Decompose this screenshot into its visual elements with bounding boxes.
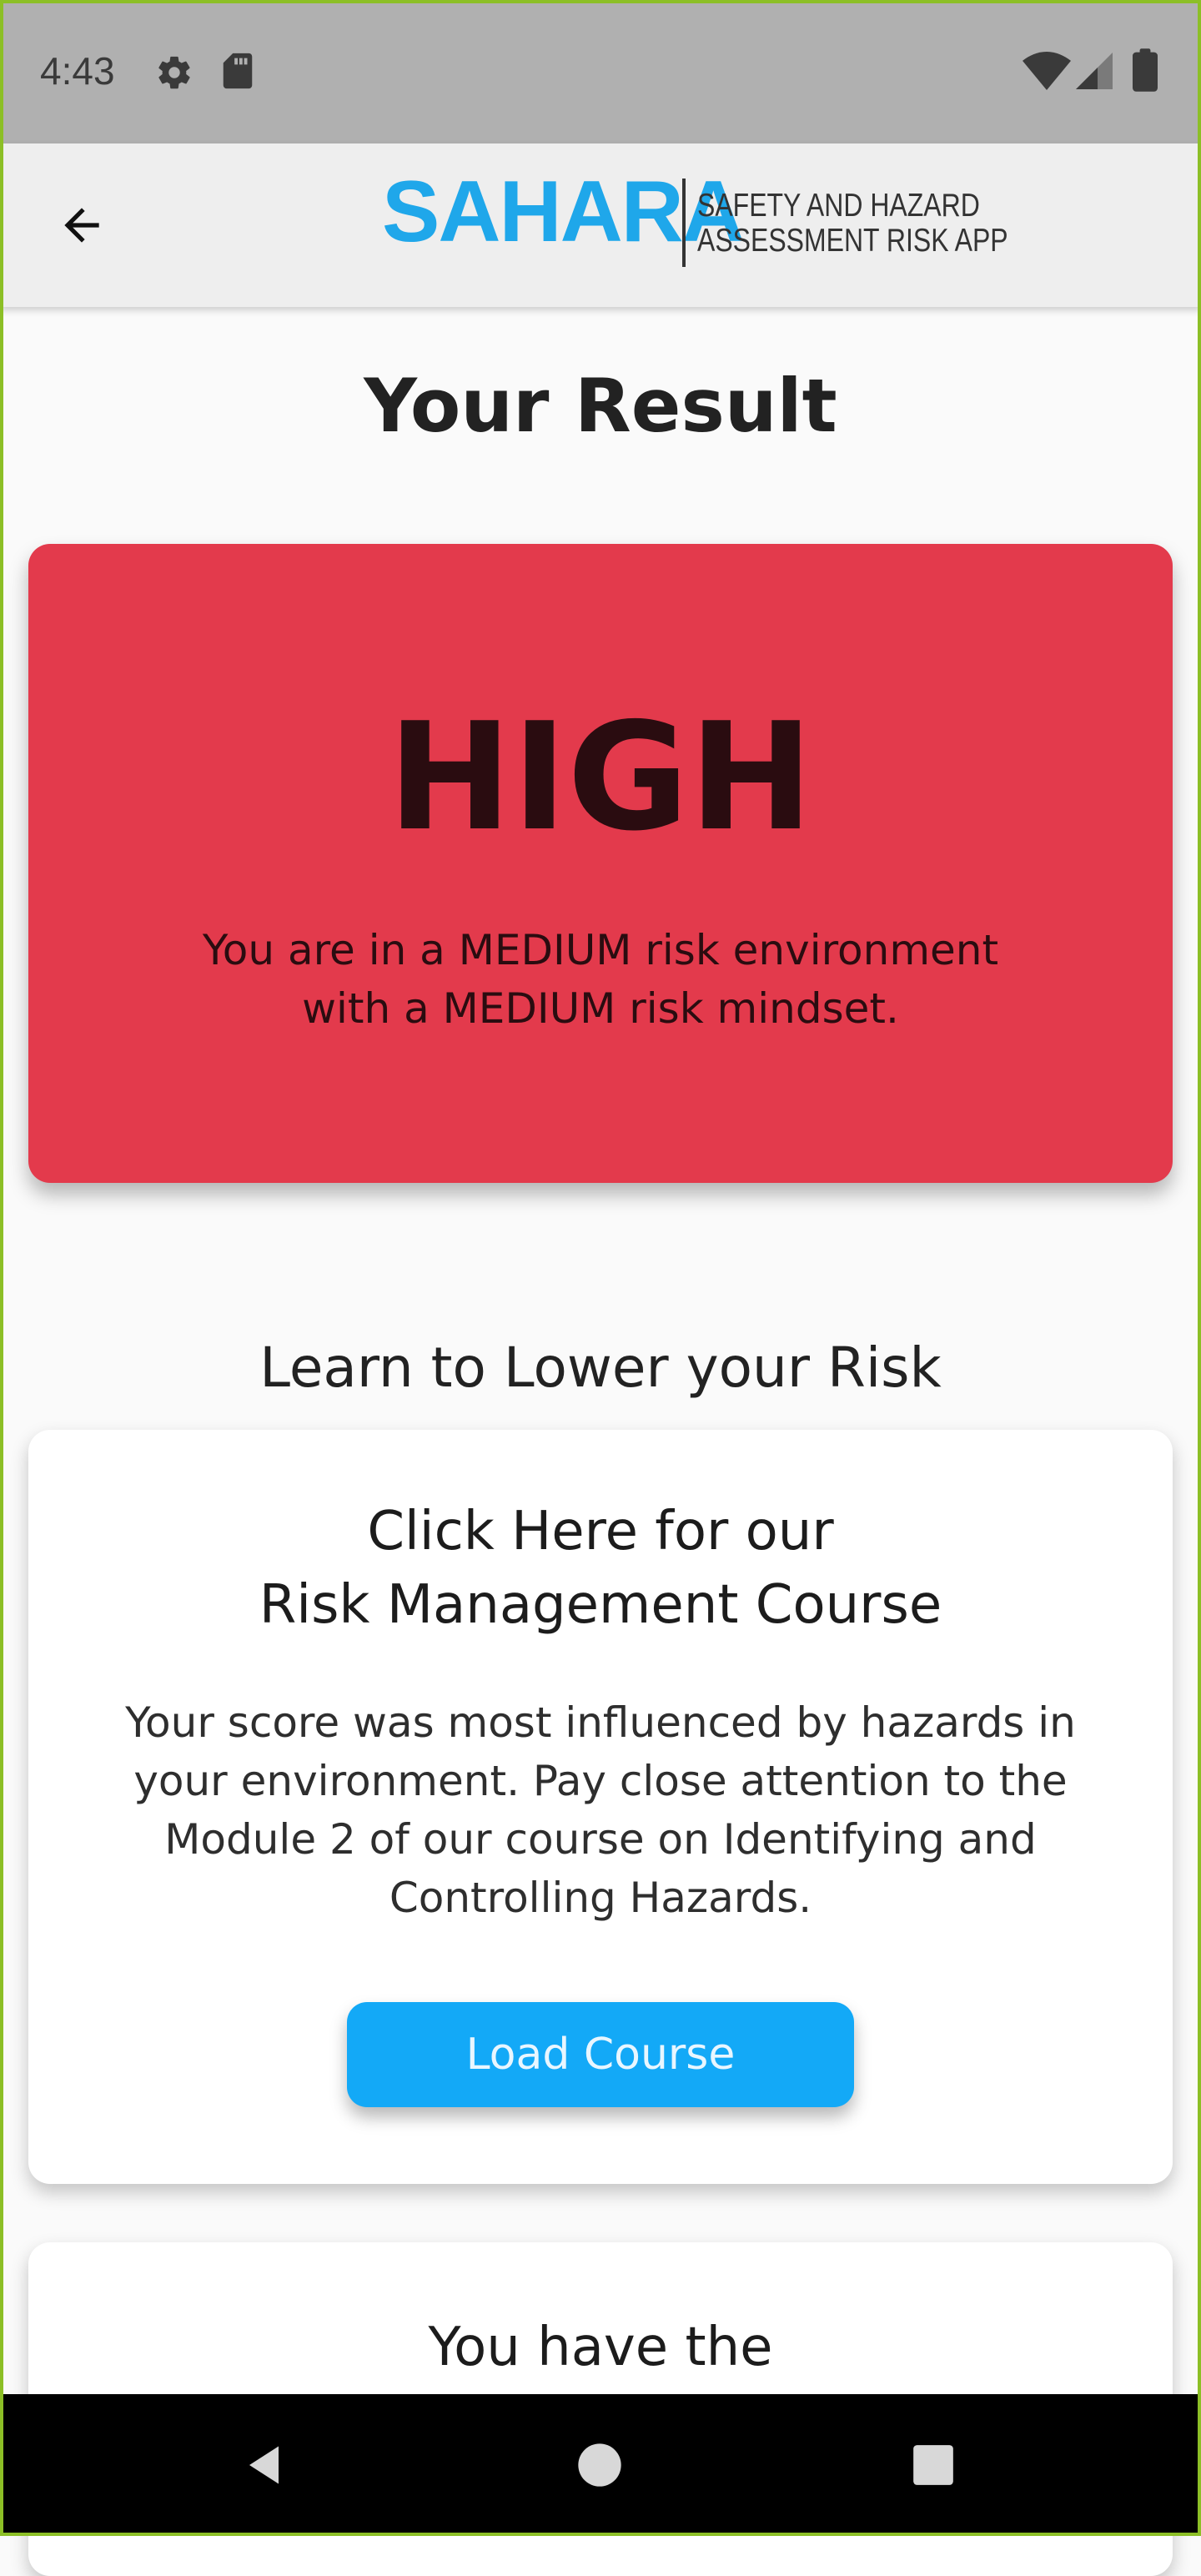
status-time: 4:43 — [40, 49, 115, 93]
arrow-left-icon — [64, 208, 99, 243]
nav-recents-button[interactable] — [897, 2429, 969, 2501]
system-nav-bar — [0, 2394, 1201, 2536]
page-title: Your Result — [364, 363, 837, 449]
risk-description: You are in a MEDIUM risk environment wit… — [202, 926, 999, 1033]
risk-level: HIGH — [387, 691, 814, 863]
risk-result-card: HIGH You are in a MEDIUM risk environmen… — [28, 544, 1173, 1183]
logo-wordmark: SAHARA — [382, 164, 745, 260]
sd-card-icon — [223, 53, 253, 89]
load-course-button[interactable]: Load Course — [347, 2002, 854, 2107]
app-bar: SAHARA SAFETY AND HAZARD ASSESSMENT RISK… — [0, 143, 1201, 307]
course-card-body: Your score was most influenced by hazard… — [125, 1698, 1076, 1922]
logo-subtitle-line2: ASSESSMENT RISK APP — [697, 223, 1008, 259]
course-card[interactable]: Click Here for our Risk Management Cours… — [28, 1430, 1173, 2184]
nav-back-button[interactable] — [230, 2429, 302, 2501]
learn-heading: Learn to Lower your Risk — [259, 1336, 942, 1400]
nav-home-button[interactable] — [564, 2429, 636, 2501]
battery-icon — [1133, 48, 1158, 92]
nav-home-icon — [578, 2443, 621, 2487]
logo-subtitle-line1: SAFETY AND HAZARD — [697, 188, 980, 224]
nav-back-icon — [249, 2446, 279, 2484]
logo-subtitle: SAFETY AND HAZARD ASSESSMENT RISK APP — [697, 189, 1008, 259]
nav-recents-icon — [913, 2445, 953, 2485]
wifi-icon — [1023, 52, 1071, 90]
gear-icon — [158, 56, 190, 89]
logo-divider — [682, 179, 686, 267]
status-bar: 4:43 — [0, 0, 1201, 143]
cell-signal-icon — [1076, 53, 1113, 89]
course-card-title[interactable]: Click Here for our Risk Management Cours… — [28, 1495, 1173, 1642]
back-button[interactable] — [47, 190, 117, 260]
sahara-logo: SAHARA SAFETY AND HAZARD ASSESSMENT RISK… — [382, 164, 1008, 269]
